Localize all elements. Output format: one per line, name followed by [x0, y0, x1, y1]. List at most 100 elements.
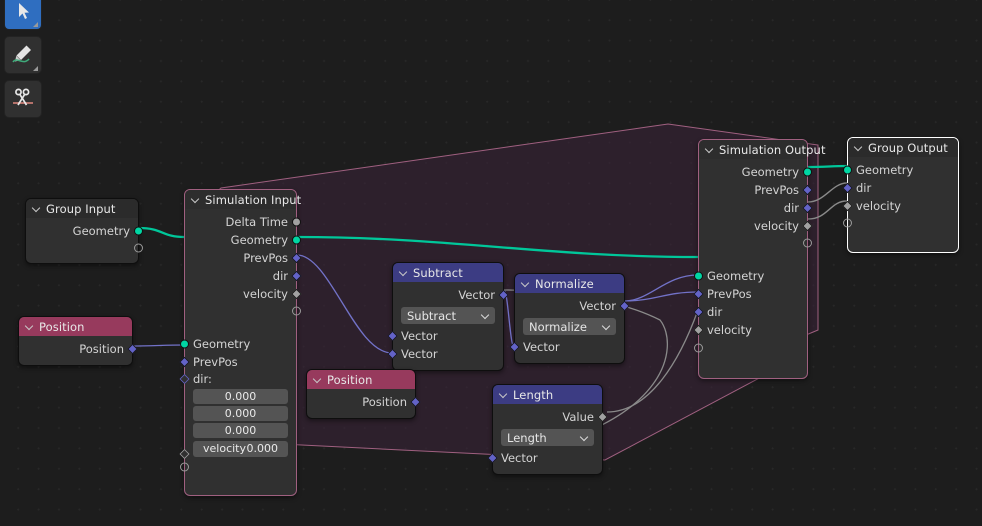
- operation-dropdown[interactable]: Subtract: [401, 307, 495, 324]
- socket-geometry-input[interactable]: [843, 165, 852, 175]
- node-header[interactable]: Normalize: [515, 274, 624, 293]
- socket-row-dir-in[interactable]: dir: [693, 303, 807, 321]
- node-header[interactable]: Subtract: [393, 263, 503, 282]
- socket-geometry-output[interactable]: [803, 167, 812, 177]
- operation-dropdown[interactable]: Normalize: [523, 318, 616, 335]
- node-simulation-input[interactable]: Simulation Input Delta Time Geometry Pre…: [179, 189, 302, 496]
- socket-position-output[interactable]: [127, 343, 138, 355]
- chevron-down-icon[interactable]: [705, 144, 715, 154]
- socket-row-prevpos-out[interactable]: PrevPos: [699, 181, 813, 199]
- socket-row-value-out[interactable]: Value: [493, 408, 608, 426]
- node-header[interactable]: Simulation Output: [699, 140, 825, 159]
- socket-row-vector-in[interactable]: Vector: [509, 338, 624, 356]
- node-group-output[interactable]: Group Output Geometry dir velocity: [842, 137, 959, 253]
- socket-row-geometry-in[interactable]: Geometry: [694, 267, 807, 285]
- dir-x-field[interactable]: 0.000: [193, 388, 288, 404]
- socket-row-dir-in[interactable]: dir:: [179, 371, 296, 387]
- socket-delta-time-output[interactable]: [292, 217, 301, 227]
- socket-prevpos-output[interactable]: [291, 252, 302, 264]
- socket-vector-input[interactable]: [509, 341, 520, 353]
- socket-row-vector-in-1[interactable]: Vector: [387, 327, 503, 345]
- node-subtract[interactable]: Subtract Vector Subtract Vector Vector: [387, 262, 509, 371]
- socket-velocity-output[interactable]: [802, 220, 813, 232]
- socket-row-velocity-in[interactable]: velocity: [693, 321, 807, 339]
- node-header[interactable]: Group Output: [848, 138, 958, 157]
- socket-value-output[interactable]: [597, 411, 608, 423]
- socket-row-geometry-out[interactable]: Geometry: [699, 163, 812, 181]
- chevron-down-icon[interactable]: [32, 203, 42, 213]
- socket-row-virtual-out[interactable]: [26, 240, 143, 256]
- tool-tweak-button[interactable]: [4, 0, 42, 30]
- socket-row-velocity-out[interactable]: velocity: [699, 217, 813, 235]
- socket-virtual-output[interactable]: [803, 238, 812, 248]
- socket-dir-output[interactable]: [291, 270, 302, 282]
- socket-virtual-output[interactable]: [292, 306, 301, 316]
- socket-row-prevpos-in[interactable]: PrevPos: [179, 353, 296, 371]
- chevron-down-icon[interactable]: [25, 321, 35, 331]
- socket-row-prevpos-out[interactable]: PrevPos: [185, 249, 302, 267]
- tool-draw-link-button[interactable]: [4, 36, 42, 74]
- socket-row-position-out[interactable]: Position: [307, 393, 421, 411]
- chevron-down-icon[interactable]: [499, 389, 509, 399]
- socket-vector-output[interactable]: [619, 300, 630, 312]
- node-header[interactable]: Length: [493, 385, 602, 404]
- socket-geometry-input[interactable]: [180, 339, 189, 349]
- socket-velocity-output[interactable]: [291, 288, 302, 300]
- chevron-down-icon[interactable]: [191, 194, 201, 204]
- node-header[interactable]: Simulation Input: [185, 190, 301, 209]
- socket-row-geometry-out[interactable]: Geometry: [185, 231, 301, 249]
- socket-row-virtual-in[interactable]: [180, 458, 296, 476]
- node-length[interactable]: Length Value Length Vector: [487, 384, 608, 475]
- socket-row-vector-out[interactable]: Vector: [393, 286, 509, 304]
- socket-vector-output[interactable]: [498, 289, 509, 301]
- node-group-input[interactable]: Group Input Geometry: [25, 198, 143, 264]
- socket-prevpos-output[interactable]: [802, 184, 813, 196]
- socket-dir-input[interactable]: [842, 182, 853, 194]
- socket-row-velocity-out[interactable]: velocity: [185, 285, 302, 303]
- socket-row-vector-in[interactable]: Vector: [487, 449, 602, 467]
- socket-row-position-out[interactable]: Position: [19, 340, 138, 358]
- dir-y-field[interactable]: 0.000: [193, 405, 288, 421]
- socket-row-virtual-out[interactable]: [185, 303, 301, 319]
- node-tools-toolbar[interactable]: [4, 0, 44, 118]
- socket-row-delta-time[interactable]: Delta Time: [185, 213, 301, 231]
- socket-row-virtual-in[interactable]: [843, 215, 958, 231]
- node-header[interactable]: Position: [307, 370, 415, 389]
- socket-dir-output[interactable]: [802, 202, 813, 214]
- socket-virtual-input[interactable]: [843, 218, 852, 228]
- socket-row-vector-in-2[interactable]: Vector: [387, 345, 503, 363]
- socket-dir-input[interactable]: [693, 306, 704, 318]
- socket-row-velocity-in[interactable]: velocity: [842, 197, 958, 215]
- socket-row-dir-in[interactable]: dir: [842, 179, 958, 197]
- socket-row-vector-out[interactable]: Vector: [515, 297, 630, 315]
- operation-dropdown[interactable]: Length: [501, 429, 594, 446]
- node-simulation-output[interactable]: Simulation Output Geometry PrevPos dir v…: [693, 139, 825, 379]
- socket-geometry-output[interactable]: [292, 235, 301, 245]
- socket-prevpos-input[interactable]: [179, 356, 190, 368]
- node-normalize[interactable]: Normalize Vector Normalize Vector: [509, 273, 630, 364]
- socket-vector-input[interactable]: [487, 452, 498, 464]
- socket-row-virtual-in[interactable]: [694, 339, 807, 357]
- socket-velocity-input[interactable]: [842, 200, 853, 212]
- chevron-down-icon[interactable]: [313, 374, 323, 384]
- node-header[interactable]: Group Input: [26, 199, 138, 218]
- socket-row-virtual-out[interactable]: [699, 235, 812, 251]
- node-position-mid[interactable]: Position Position: [306, 369, 421, 419]
- socket-position-output[interactable]: [410, 396, 421, 408]
- socket-prevpos-input[interactable]: [693, 288, 704, 300]
- chevron-down-icon[interactable]: [521, 278, 531, 288]
- socket-row-geometry-out[interactable]: Geometry: [26, 222, 143, 240]
- socket-vector-input-b[interactable]: [387, 348, 398, 360]
- socket-row-dir-out[interactable]: dir: [699, 199, 813, 217]
- node-position-left[interactable]: Position Position: [18, 316, 138, 366]
- chevron-down-icon[interactable]: [854, 142, 864, 152]
- node-header[interactable]: Position: [19, 317, 132, 336]
- socket-dir-input[interactable]: [179, 374, 190, 384]
- tool-cut-links-button[interactable]: [4, 80, 42, 118]
- socket-geometry-input[interactable]: [694, 271, 703, 281]
- socket-row-prevpos-in[interactable]: PrevPos: [693, 285, 807, 303]
- socket-velocity-input[interactable]: [179, 449, 190, 459]
- socket-row-geometry-in[interactable]: Geometry: [843, 161, 958, 179]
- node-editor-canvas[interactable]: Group Input Geometry Position Position S…: [0, 0, 982, 526]
- chevron-down-icon[interactable]: [399, 267, 409, 277]
